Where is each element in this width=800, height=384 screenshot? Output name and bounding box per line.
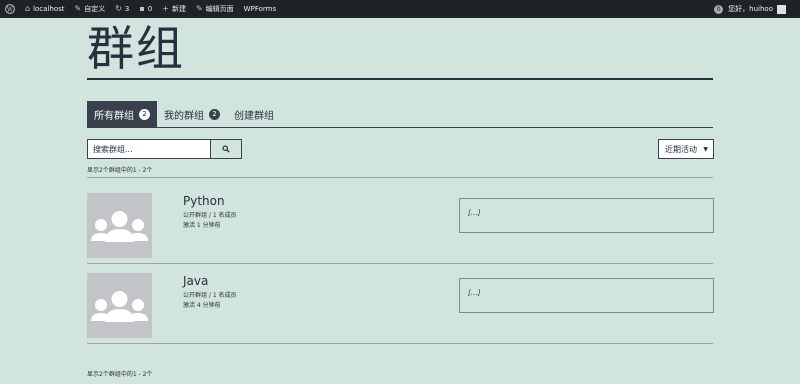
svg-text:W: W [7, 6, 14, 13]
tab-all-groups-label: 所有群组 [94, 111, 134, 122]
order-by-value: 近期活动 [665, 144, 697, 154]
admin-bar-right: 0 您好，huihoo [714, 0, 786, 18]
group-users-icon [91, 211, 148, 242]
wpforms-label: WPForms [243, 5, 277, 13]
admin-bar: W ⌂ localhost ✎ 自定义 ↻ 3 ▪ 0 + 新建 ✎ 编辑页面 … [0, 0, 800, 18]
dropdown-caret-icon: ▼ [703, 146, 708, 153]
pagination-count-top: 显示2个群组中的1 - 2个 [87, 167, 153, 174]
tabs-divider [87, 127, 713, 128]
search-button[interactable] [211, 139, 242, 159]
new-label: 新建 [171, 5, 186, 13]
tab-my-groups-label: 我的群组 [164, 111, 204, 122]
page-title: 群组 [87, 22, 185, 77]
group-description: […] [459, 278, 714, 313]
tab-my-groups-count: 2 [209, 109, 220, 120]
group-users-icon [91, 291, 148, 322]
home-icon: ⌂ [25, 4, 31, 13]
search-input[interactable] [87, 139, 211, 159]
customize-link[interactable]: ✎ 自定义 [70, 0, 111, 18]
group-meta: 公开群组 / 1 名成员 [183, 212, 237, 219]
plus-icon: + [162, 4, 169, 13]
groups-tabs: 所有群组 2 我的群组 2 创建群组 [87, 101, 281, 128]
tab-create-group[interactable]: 创建群组 [227, 101, 281, 128]
group-last-active: 激活 4 分钟前 [183, 302, 221, 309]
wordpress-logo-button[interactable]: W [0, 0, 20, 18]
site-name-label: localhost [33, 5, 65, 13]
list-top-divider [87, 177, 713, 178]
pencil-icon: ✎ [195, 4, 203, 13]
list-bottom-divider [87, 343, 713, 344]
updates-count: 3 [124, 5, 130, 13]
group-avatar[interactable] [87, 273, 152, 338]
admin-bar-left: W ⌂ localhost ✎ 自定义 ↻ 3 ▪ 0 + 新建 ✎ 编辑页面 … [0, 0, 281, 18]
group-item-java: Java 公开群组 / 1 名成员 激活 4 分钟前 […] [87, 273, 714, 353]
edit-page-label: 编辑页面 [205, 5, 234, 13]
edit-page-link[interactable]: ✎ 编辑页面 [191, 0, 239, 18]
brush-icon: ✎ [74, 4, 82, 13]
tab-all-groups-count: 2 [139, 109, 150, 120]
comments-count: 0 [147, 5, 153, 13]
notifications-badge[interactable]: 0 [714, 4, 724, 14]
group-item-python: Python 公开群组 / 1 名成员 激活 1 分钟前 […] [87, 193, 714, 273]
tab-all-groups[interactable]: 所有群组 2 [87, 101, 157, 128]
group-name-link[interactable]: Java [183, 274, 208, 288]
group-divider [87, 263, 713, 264]
order-by-select[interactable]: 近期活动 ▼ [658, 139, 714, 159]
group-last-active: 激活 1 分钟前 [183, 222, 221, 229]
comment-icon: ▪ [139, 4, 145, 13]
tab-my-groups[interactable]: 我的群组 2 [157, 101, 227, 128]
group-avatar[interactable] [87, 193, 152, 258]
new-content-link[interactable]: + 新建 [157, 0, 191, 18]
pagination-count-bottom: 显示2个群组中的1 - 2个 [87, 371, 153, 378]
search-icon [222, 145, 230, 153]
refresh-icon: ↻ [115, 4, 122, 13]
wordpress-icon: W [5, 4, 15, 14]
account-greeting[interactable]: 您好，huihoo [728, 4, 773, 14]
customize-label: 自定义 [84, 5, 106, 13]
group-meta: 公开群组 / 1 名成员 [183, 292, 237, 299]
wpforms-link[interactable]: WPForms [239, 0, 281, 18]
group-description: […] [459, 198, 714, 233]
updates-link[interactable]: ↻ 3 [110, 0, 134, 18]
tab-create-group-label: 创建群组 [234, 111, 274, 122]
site-name-link[interactable]: ⌂ localhost [20, 0, 70, 18]
group-search-form [87, 139, 242, 159]
group-name-link[interactable]: Python [183, 194, 225, 208]
user-avatar[interactable] [777, 4, 786, 14]
comments-link[interactable]: ▪ 0 [134, 0, 157, 18]
title-divider [87, 78, 713, 80]
